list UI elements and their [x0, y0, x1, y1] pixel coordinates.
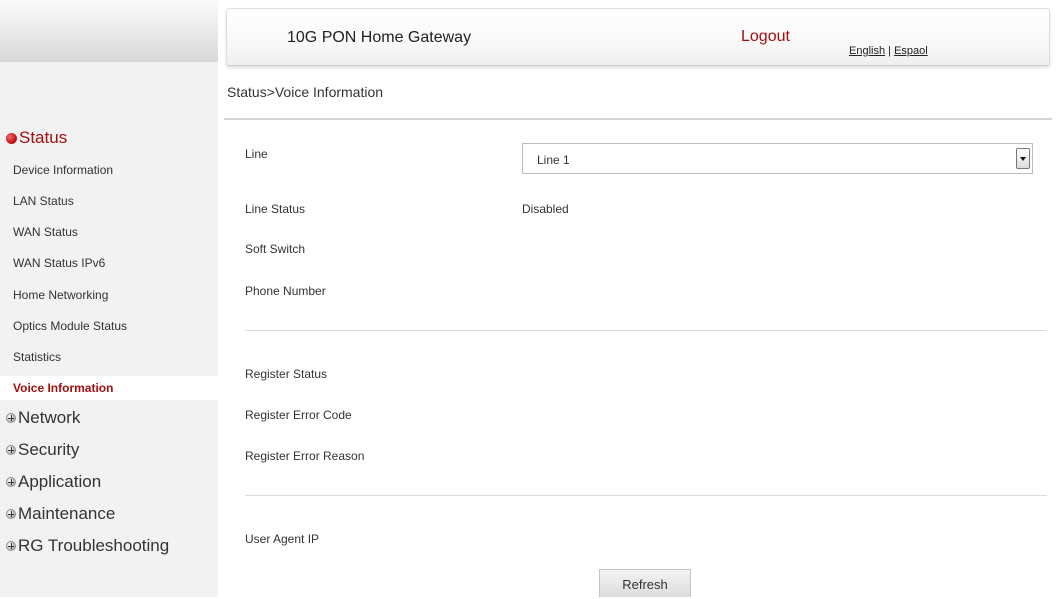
lang-separator: |: [885, 45, 895, 57]
line-select[interactable]: Line 1: [522, 143, 1033, 174]
breadcrumb: Status>Voice Information: [227, 84, 384, 100]
sidebar-section-application[interactable]: Application: [6, 472, 101, 492]
line-status-value: Disabled: [522, 202, 569, 216]
sidebar-section-label: Network: [18, 408, 81, 427]
chevron-down-icon[interactable]: [1016, 148, 1030, 169]
sidebar-item-device-information[interactable]: Device Information: [0, 158, 218, 182]
sidebar-item-lan-status[interactable]: LAN Status: [0, 189, 218, 213]
expanded-bullet-icon: [6, 132, 17, 144]
sidebar-item-statistics[interactable]: Statistics: [0, 345, 218, 369]
section-divider: [245, 495, 1047, 496]
sidebar-section-label: RG Troubleshooting: [18, 536, 170, 555]
header-bar: 10G PON Home Gateway Logout English | Es…: [226, 8, 1050, 66]
refresh-button[interactable]: Refresh: [599, 569, 691, 597]
sidebar-item-home-networking[interactable]: Home Networking: [0, 283, 218, 307]
expand-plus-icon: [6, 509, 16, 519]
user-agent-ip-label: User Agent IP: [245, 532, 320, 546]
logo-area: [0, 0, 218, 62]
lang-english-link[interactable]: English: [849, 45, 885, 57]
phone-number-label: Phone Number: [245, 284, 326, 298]
header-divider: [224, 118, 1052, 120]
app-title: 10G PON Home Gateway: [287, 29, 472, 46]
sidebar-section-label: Application: [18, 472, 102, 491]
line-select-value: Line 1: [537, 153, 570, 167]
soft-switch-label: Soft Switch: [245, 242, 306, 256]
expand-plus-icon: [6, 541, 16, 551]
expand-plus-icon: [6, 445, 16, 455]
sidebar: Status Device Information LAN Status WAN…: [0, 62, 218, 597]
sidebar-item-wan-status-ipv6[interactable]: WAN Status IPv6: [0, 251, 218, 275]
expand-plus-icon: [6, 413, 16, 423]
language-switcher: English | Espaol: [849, 45, 928, 57]
sidebar-item-voice-information[interactable]: Voice Information: [0, 376, 218, 400]
line-label: Line: [245, 147, 268, 161]
sidebar-section-status[interactable]: Status: [6, 128, 67, 148]
section-divider: [245, 330, 1047, 331]
sidebar-item-wan-status[interactable]: WAN Status: [0, 220, 218, 244]
sidebar-section-security[interactable]: Security: [6, 440, 79, 460]
sidebar-section-label: Status: [19, 128, 68, 147]
sidebar-section-rg-troubleshooting[interactable]: RG Troubleshooting: [6, 536, 169, 556]
sidebar-section-maintenance[interactable]: Maintenance: [6, 504, 115, 524]
register-status-label: Register Status: [245, 367, 328, 381]
expand-plus-icon: [6, 477, 16, 487]
sidebar-item-optics-module-status[interactable]: Optics Module Status: [0, 314, 218, 338]
register-error-reason-label: Register Error Reason: [245, 449, 365, 463]
line-status-label: Line Status: [245, 202, 306, 216]
sidebar-section-label: Maintenance: [18, 504, 116, 523]
register-error-code-label: Register Error Code: [245, 408, 352, 422]
lang-espanol-link[interactable]: Espaol: [894, 45, 928, 57]
logout-link[interactable]: Logout: [741, 28, 790, 46]
sidebar-section-label: Security: [18, 440, 80, 459]
sidebar-section-network[interactable]: Network: [6, 408, 80, 428]
